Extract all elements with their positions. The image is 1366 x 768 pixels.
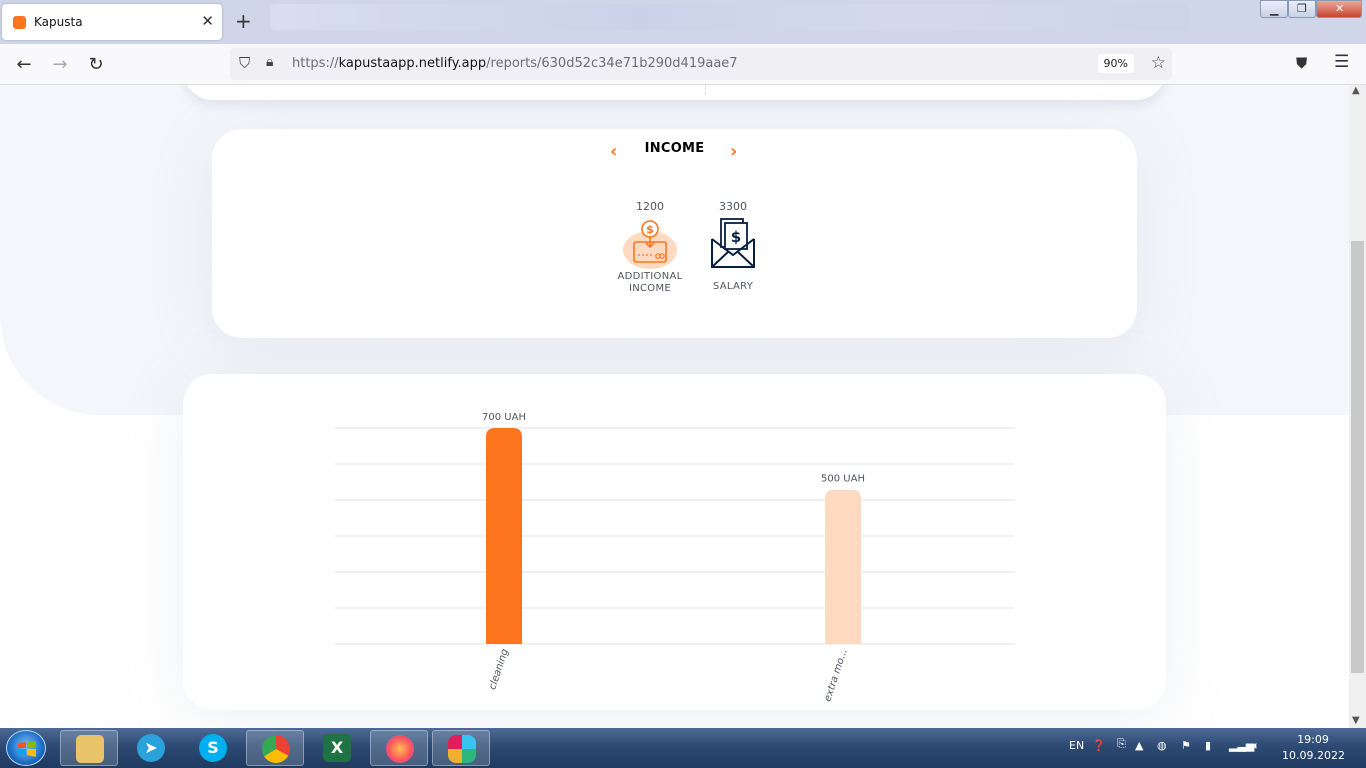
category-amount: 3300 xyxy=(719,200,747,213)
browser-nav-bar: ← → ↻ ⛉ 🔒︎ https://kapustaapp.netlify.ap… xyxy=(0,44,1366,85)
slack-icon xyxy=(448,735,476,763)
lock-icon[interactable]: 🔒︎ xyxy=(266,54,273,70)
scroll-down-icon[interactable]: ▼ xyxy=(1352,715,1360,726)
battery-icon[interactable]: ▮ xyxy=(1205,739,1211,752)
page-scrollbar[interactable]: ▲ ▼ xyxy=(1349,85,1366,728)
taskbar-skype[interactable]: S xyxy=(184,730,242,766)
additional-income-icon: $ xyxy=(622,217,678,269)
firefox-icon xyxy=(386,735,414,763)
hamburger-menu-icon[interactable]: ☰ xyxy=(1334,52,1349,72)
blurred-tabs-area xyxy=(270,4,1190,30)
network-globe-icon[interactable]: ◍ xyxy=(1157,739,1167,752)
taskbar-clock[interactable]: 19:09 10.09.2022 xyxy=(1282,732,1345,764)
chart-category-label: cleaning xyxy=(487,648,511,692)
taskbar-file-explorer[interactable] xyxy=(60,730,118,766)
tray-expand-icon[interactable]: ▲ xyxy=(1135,739,1143,752)
next-report-arrow-icon[interactable]: › xyxy=(730,141,737,162)
summary-card-bottom xyxy=(183,85,1166,100)
windows-taskbar: ➤ S X EN ❓ ⎘ ▲ ◍ ⚑ ▮ ▂▃▅ 🔈︎ 19:09 10.09.… xyxy=(0,728,1366,768)
category-additional-income[interactable]: 1200 $ ADDITIONAL INCOME xyxy=(610,200,690,295)
report-type-title: INCOME xyxy=(644,141,705,156)
folder-icon xyxy=(76,735,104,763)
category-label: SALARY xyxy=(712,281,754,292)
chart-value-label: 700 UAH xyxy=(482,412,526,423)
clock-date: 10.09.2022 xyxy=(1282,749,1345,762)
help-icon[interactable]: ❓ xyxy=(1092,739,1106,752)
expenses-bar-chart-card: 700 UAH cleaning 500 UAH extra mo... xyxy=(183,374,1166,710)
language-indicator[interactable]: EN xyxy=(1069,739,1084,752)
new-tab-button[interactable]: + xyxy=(235,9,252,33)
start-button[interactable] xyxy=(6,730,46,766)
page-content: ‹ INCOME › 1200 $ ADDITIONAL INCOME 3300… xyxy=(0,85,1349,728)
kapusta-favicon-icon xyxy=(13,16,26,29)
chrome-icon xyxy=(262,735,290,763)
income-categories-card: ‹ INCOME › 1200 $ ADDITIONAL INCOME 3300… xyxy=(212,129,1137,338)
taskbar-firefox[interactable] xyxy=(370,730,428,766)
chart-bar[interactable] xyxy=(825,489,861,644)
window-minimize-button[interactable]: ▁ xyxy=(1260,0,1288,18)
chart-value-label: 500 UAH xyxy=(821,474,865,485)
category-amount: 1200 xyxy=(636,200,664,213)
salary-icon: $ xyxy=(705,217,761,269)
action-center-flag-icon[interactable]: ⚑ xyxy=(1181,739,1191,752)
shield-icon[interactable]: ⛉ xyxy=(239,54,250,72)
tab-kapusta[interactable]: Kapusta ✕ xyxy=(2,4,222,40)
taskbar-telegram[interactable]: ➤ xyxy=(122,730,180,766)
window-close-button[interactable]: ✕ xyxy=(1316,0,1362,18)
taskbar-chrome[interactable] xyxy=(246,730,304,766)
browser-tab-strip: Kapusta ✕ + ▁ ❐ ✕ xyxy=(0,0,1366,44)
signal-icon[interactable]: ▂▃▅ xyxy=(1229,739,1254,752)
taskbar-slack[interactable] xyxy=(432,730,490,766)
volume-icon[interactable]: 🔈︎ xyxy=(1253,739,1260,753)
category-label: ADDITIONAL INCOME xyxy=(617,271,683,294)
address-bar[interactable]: ⛉ 🔒︎ https://kapustaapp.netlify.app/repo… xyxy=(230,48,1172,80)
tab-close-icon[interactable]: ✕ xyxy=(201,12,214,30)
forward-arrow-icon[interactable]: → xyxy=(48,54,72,75)
svg-text:$: $ xyxy=(646,223,654,236)
back-arrow-icon[interactable]: ← xyxy=(12,54,36,75)
telegram-icon: ➤ xyxy=(137,734,165,762)
zoom-level-badge[interactable]: 90% xyxy=(1097,54,1134,73)
bookmark-star-icon[interactable]: ☆ xyxy=(1151,53,1166,73)
bar-chart: 700 UAH cleaning 500 UAH extra mo... xyxy=(335,412,1014,704)
skype-icon: S xyxy=(199,734,227,762)
scroll-thumb[interactable] xyxy=(1351,241,1364,673)
window-restore-button[interactable]: ❐ xyxy=(1288,0,1316,18)
excel-icon: X xyxy=(323,734,351,762)
reload-icon[interactable]: ↻ xyxy=(84,54,108,75)
divider xyxy=(705,85,706,95)
pocket-icon[interactable]: ⛊ xyxy=(1296,54,1307,72)
windows-logo-icon xyxy=(18,741,36,757)
clock-time: 19:09 xyxy=(1297,733,1329,746)
tab-title: Kapusta xyxy=(34,15,83,29)
show-desktop-icon[interactable]: ⎘ xyxy=(1117,737,1126,751)
taskbar-excel[interactable]: X xyxy=(308,730,366,766)
scroll-up-icon[interactable]: ▲ xyxy=(1352,85,1360,96)
chart-category-label: extra mo... xyxy=(822,648,849,704)
svg-text:$: $ xyxy=(731,228,741,246)
category-salary[interactable]: 3300 $ SALARY xyxy=(693,200,773,293)
url-text[interactable]: https://kapustaapp.netlify.app/reports/6… xyxy=(292,56,738,71)
chart-bar[interactable] xyxy=(486,428,522,644)
